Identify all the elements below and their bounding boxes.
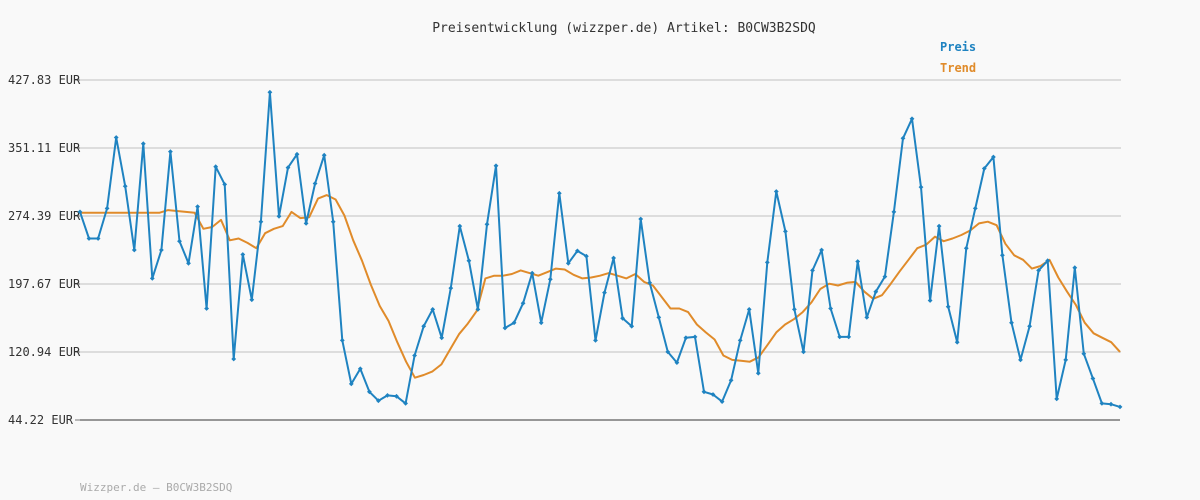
series-line-preis [79, 91, 1121, 408]
data-point-preis [140, 141, 146, 147]
data-point-preis [303, 220, 309, 226]
data-point-preis [1108, 401, 1114, 407]
data-point-preis [95, 236, 101, 241]
data-point-preis [837, 334, 843, 340]
y-axis-ticks: 427.83 EUR 351.11 EUR 274.39 EUR 197.67 EUR… [8, 73, 81, 427]
series-line-trend [80, 194, 1121, 379]
data-point-preis [782, 228, 788, 234]
data-point-preis [1018, 357, 1023, 363]
data-point-preis [104, 205, 110, 211]
data-point-preis [86, 236, 92, 241]
data-point-preis [1117, 404, 1123, 410]
data-point-preis [656, 314, 662, 320]
legend-entry-preis: Preis [940, 40, 976, 54]
data-point-preis [683, 335, 689, 341]
data-point-preis [439, 335, 445, 341]
data-point-preis [149, 275, 155, 281]
data-point-preis [755, 370, 761, 376]
data-point-preis [692, 334, 698, 340]
y-tick-label: 44.22 EUR [8, 413, 74, 427]
data-point-preis [466, 258, 472, 264]
series-layer [77, 89, 1123, 410]
chart-title: Preisentwicklung (wizzper.de) Artikel: B… [432, 21, 816, 36]
data-point-preis [195, 204, 201, 210]
data-point-preis [1072, 265, 1078, 271]
data-point-preis [231, 356, 237, 362]
data-point-preis [412, 353, 418, 358]
data-point-preis [339, 337, 345, 343]
data-point-preis [249, 297, 255, 303]
data-point-preis [593, 337, 598, 343]
data-point-preis [113, 135, 119, 140]
data-point-preis [240, 252, 246, 257]
data-point-preis [773, 189, 779, 194]
data-point-preis [764, 259, 770, 265]
data-point-preis [828, 306, 834, 311]
data-point-preis [1063, 357, 1069, 363]
data-point-preis [1027, 323, 1033, 329]
y-tick-label: 274.39 EUR [8, 209, 81, 223]
data-point-preis [448, 285, 454, 291]
legend-entry-trend: Trend [940, 61, 976, 75]
data-point-preis [801, 349, 806, 355]
data-point-preis [276, 213, 282, 219]
data-point-preis [954, 339, 960, 345]
y-tick-label: 120.94 EUR [8, 345, 81, 359]
data-point-preis [891, 209, 897, 215]
data-point-preis [791, 306, 797, 312]
data-point-preis [457, 223, 463, 229]
y-tick-label: 427.83 EUR [8, 73, 81, 87]
data-point-preis [131, 247, 137, 253]
legend: Preis Trend [940, 40, 976, 75]
data-point-preis [701, 389, 707, 395]
data-point-preis [963, 245, 969, 251]
data-point-preis [1009, 320, 1014, 326]
data-point-preis [258, 219, 264, 225]
price-chart: Preisentwicklung (wizzper.de) Artikel: B… [8, 21, 1123, 494]
data-point-preis [918, 184, 924, 190]
data-point-preis [547, 276, 553, 282]
data-point-preis [556, 190, 562, 196]
data-point-preis [1054, 396, 1060, 402]
data-point-preis [1090, 376, 1096, 381]
data-point-preis [167, 149, 173, 155]
data-point-preis [312, 181, 318, 186]
data-point-preis [936, 223, 942, 229]
data-point-preis [1099, 400, 1105, 406]
data-point-preis [538, 320, 544, 326]
data-point-preis [267, 89, 273, 95]
data-point-preis [122, 183, 128, 189]
data-point-preis [204, 306, 210, 311]
data-point-preis [746, 306, 752, 312]
y-tick-label: 351.11 EUR [8, 141, 81, 155]
data-point-preis [321, 152, 327, 158]
data-point-preis [864, 314, 870, 320]
data-point-preis [945, 304, 951, 310]
data-point-preis [855, 259, 861, 264]
data-point-preis [972, 205, 978, 211]
data-point-preis [330, 219, 336, 225]
data-point-preis [999, 252, 1005, 258]
data-point-preis [602, 290, 607, 296]
data-point-preis [484, 221, 490, 227]
data-point-preis [927, 298, 933, 303]
y-tick-label: 197.67 EUR [8, 277, 81, 291]
data-point-preis [158, 247, 164, 253]
data-point-preis [737, 337, 743, 343]
data-point-preis [846, 334, 852, 340]
data-point-preis [493, 163, 499, 169]
footer-credit: Wizzper.de – B0CW3B2SDQ [80, 481, 232, 494]
data-point-preis [638, 216, 644, 222]
data-point-preis [611, 255, 617, 261]
